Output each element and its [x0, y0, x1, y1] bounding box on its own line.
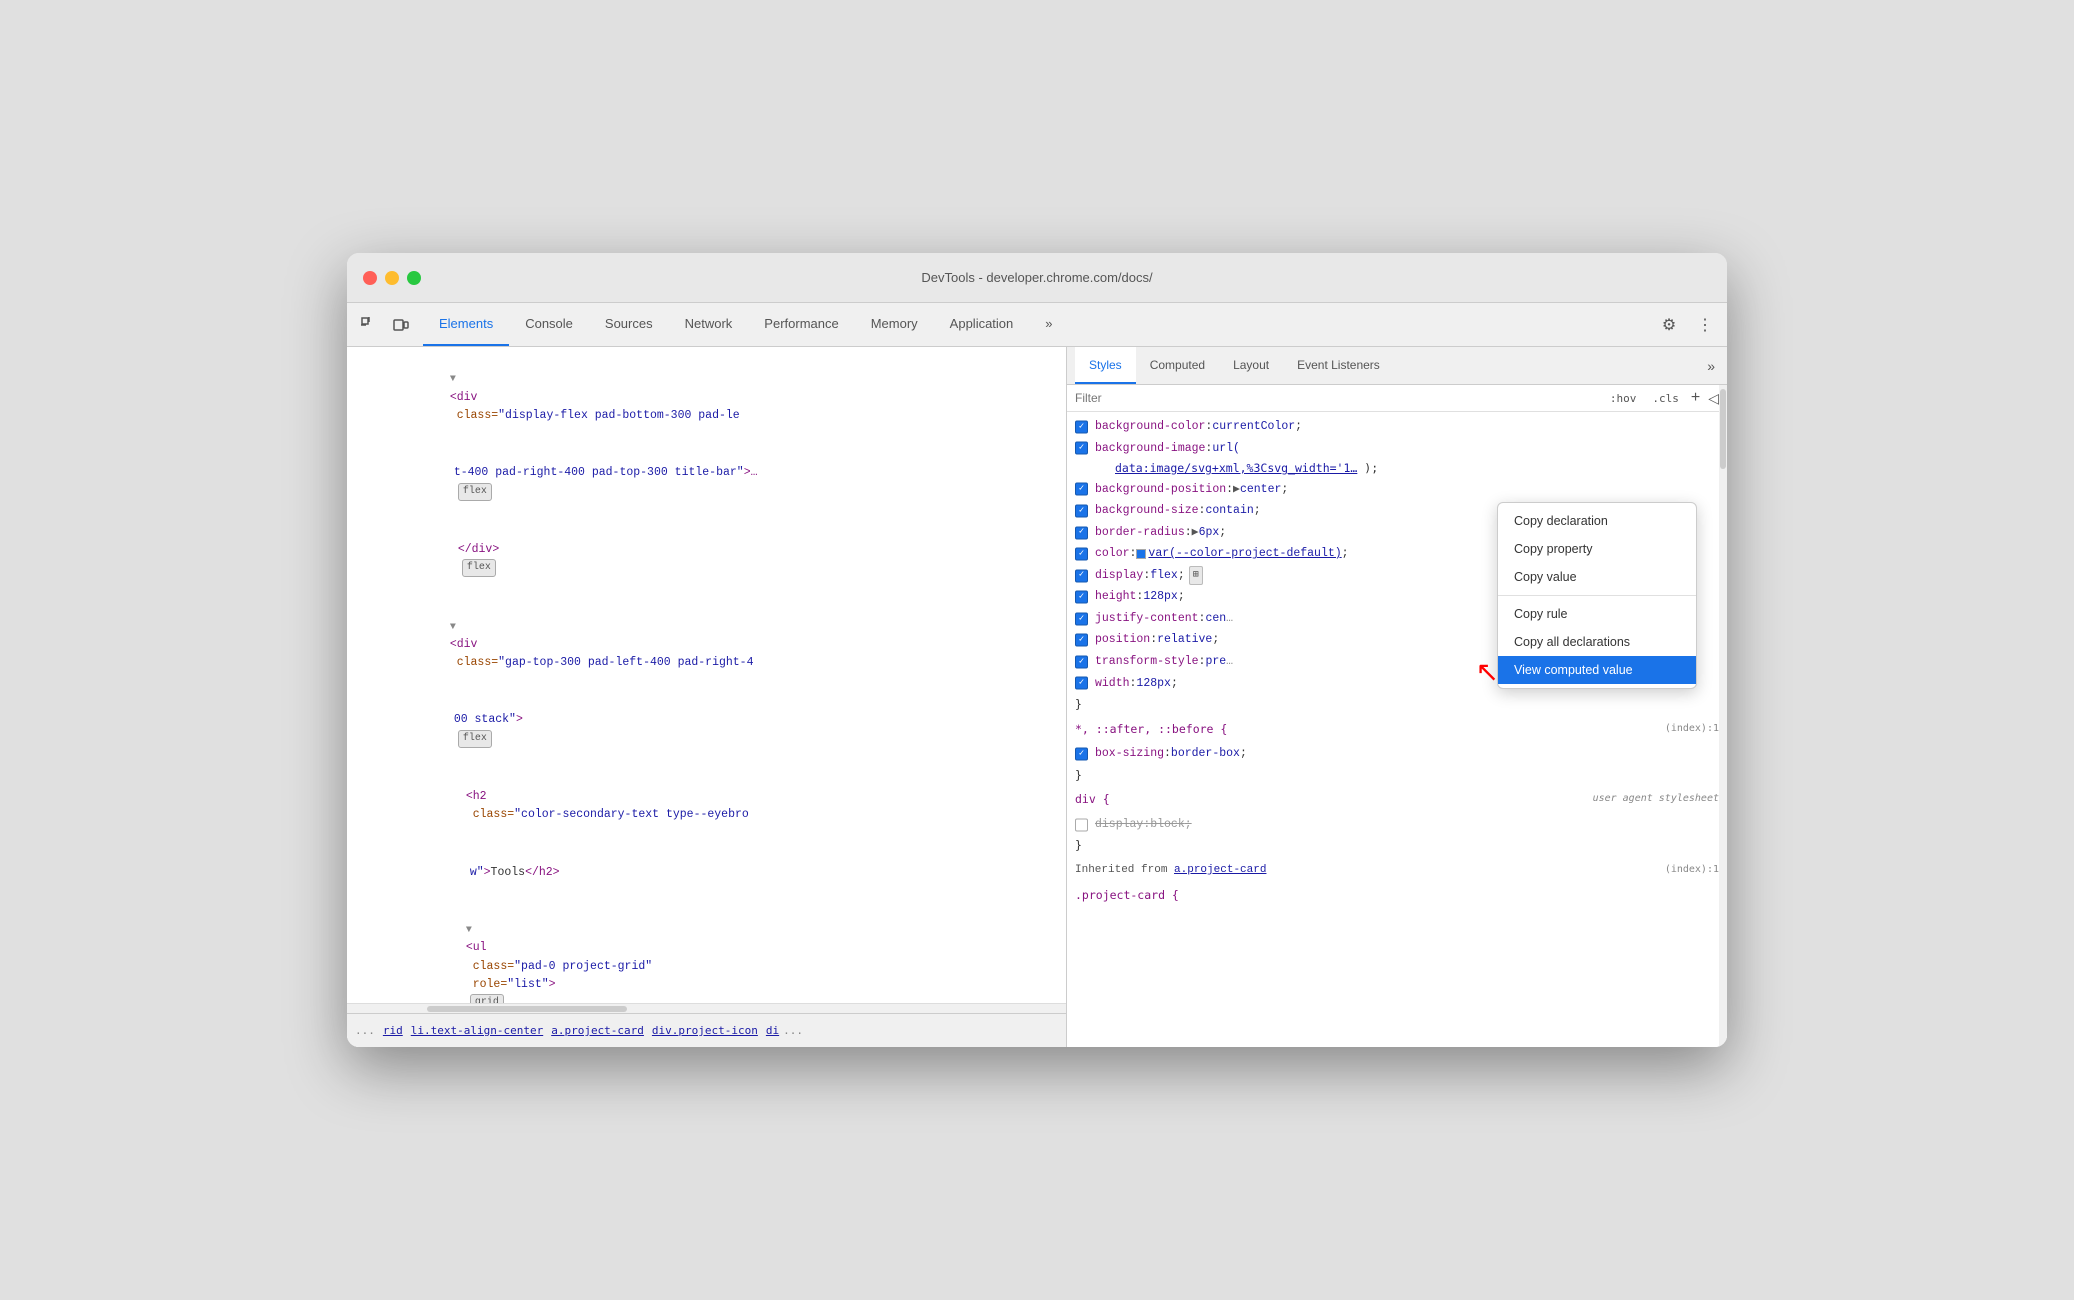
css-checkbox[interactable]	[1075, 483, 1088, 496]
scrollbar-thumb-right[interactable]	[1720, 389, 1726, 469]
tab-styles[interactable]: Styles	[1075, 347, 1136, 384]
rule-div: div { user agent stylesheet	[1067, 786, 1727, 814]
tab-more[interactable]: »	[1029, 303, 1068, 346]
filter-input[interactable]	[1075, 391, 1598, 405]
maximize-button[interactable]	[407, 271, 421, 285]
title-bar: DevTools - developer.chrome.com/docs/	[347, 253, 1727, 303]
css-checkbox[interactable]	[1075, 612, 1088, 625]
scrollbar-right[interactable]	[1719, 385, 1727, 1047]
tab-elements[interactable]: Elements	[423, 303, 509, 346]
tab-memory[interactable]: Memory	[855, 303, 934, 346]
hov-button[interactable]: :hov	[1606, 390, 1641, 407]
css-checkbox[interactable]	[1075, 504, 1088, 517]
css-bg-image-url: data:image/svg+xml,%3Csvg_width='1… );	[1067, 459, 1727, 479]
context-menu-copy-rule[interactable]: Copy rule	[1498, 600, 1696, 628]
css-checkbox[interactable]	[1075, 442, 1088, 455]
css-checkbox[interactable]	[1075, 526, 1088, 539]
close-button[interactable]	[363, 271, 377, 285]
context-menu: Copy declaration Copy property Copy valu…	[1497, 502, 1697, 689]
cls-button[interactable]: .cls	[1648, 390, 1683, 407]
tab-layout[interactable]: Layout	[1219, 347, 1283, 384]
tab-computed[interactable]: Computed	[1136, 347, 1219, 384]
inherited-from-header: Inherited from a.project-card (index):1	[1067, 857, 1727, 884]
rule-universal: *, ::after, ::before { (index):1	[1067, 716, 1727, 744]
main-content: ▼ <div class="display-flex pad-bottom-30…	[347, 347, 1727, 1047]
breadcrumb-a[interactable]: a.project-card	[551, 1024, 644, 1037]
styles-pane: Styles Computed Layout Event Listeners »	[1067, 347, 1727, 1047]
context-menu-divider	[1498, 595, 1696, 596]
css-checkbox[interactable]	[1075, 655, 1088, 668]
toolbar-right: ⚙ ⋮	[1655, 311, 1719, 339]
main-tabs: Elements Console Sources Network Perform…	[423, 303, 1655, 346]
context-menu-view-computed[interactable]: View computed value	[1498, 656, 1696, 684]
context-menu-copy-all-declarations[interactable]: Copy all declarations	[1498, 628, 1696, 656]
breadcrumb-rid[interactable]: rid	[383, 1024, 403, 1037]
style-tabs-more[interactable]: »	[1703, 354, 1719, 378]
css-checkbox[interactable]	[1075, 569, 1088, 582]
css-prop-background-image[interactable]: background-image : url(	[1067, 438, 1727, 460]
css-prop-display-strikethrough[interactable]: display : block ;	[1067, 814, 1727, 836]
css-checkbox[interactable]	[1075, 548, 1088, 561]
settings-icon[interactable]: ⚙	[1655, 311, 1683, 339]
css-prop-background-color[interactable]: background-color : currentColor ;	[1067, 416, 1727, 438]
traffic-lights	[363, 271, 421, 285]
inspect-icon[interactable]	[355, 311, 383, 339]
css-prop-box-sizing[interactable]: box-sizing : border-box ;	[1067, 743, 1727, 765]
html-line: w">Tools</h2>	[347, 844, 1066, 901]
breadcrumb-di[interactable]: di	[766, 1024, 779, 1037]
context-menu-copy-value[interactable]: Copy value	[1498, 563, 1696, 591]
closing-brace-3: }	[1067, 835, 1727, 857]
css-prop-background-position[interactable]: background-position : ▶ center ;	[1067, 479, 1727, 501]
collapse-button[interactable]: ◁	[1708, 390, 1719, 407]
tab-performance[interactable]: Performance	[748, 303, 854, 346]
scrollbar-thumb[interactable]	[427, 1006, 627, 1012]
minimize-button[interactable]	[385, 271, 399, 285]
css-checkbox-unchecked[interactable]	[1075, 818, 1088, 831]
breadcrumb-li[interactable]: li.text-align-center	[411, 1024, 543, 1037]
closing-brace-2: }	[1067, 765, 1727, 787]
add-style-button[interactable]: +	[1691, 389, 1700, 407]
html-line: ▼ <div class="display-flex pad-bottom-30…	[347, 351, 1066, 445]
css-var-link[interactable]: var(--color-project-default)	[1148, 544, 1341, 564]
html-line: t-400 pad-right-400 pad-top-300 title-ba…	[347, 445, 1066, 522]
window-title: DevTools - developer.chrome.com/docs/	[921, 270, 1152, 285]
inherited-from-link[interactable]: a.project-card	[1174, 864, 1266, 876]
breadcrumb: ... rid li.text-align-center a.project-c…	[347, 1013, 1066, 1047]
devtools-window: DevTools - developer.chrome.com/docs/	[347, 253, 1727, 1047]
context-menu-copy-declaration[interactable]: Copy declaration	[1498, 507, 1696, 535]
html-line: ▼ <div class="gap-top-300 pad-left-400 p…	[347, 598, 1066, 692]
top-toolbar: Elements Console Sources Network Perform…	[347, 303, 1727, 347]
html-line: <h2 class="color-secondary-text type--ey…	[347, 769, 1066, 845]
css-checkbox[interactable]	[1075, 591, 1088, 604]
tab-application[interactable]: Application	[934, 303, 1030, 346]
more-options-icon[interactable]: ⋮	[1691, 311, 1719, 339]
html-line: </div> flex	[347, 522, 1066, 599]
html-tree[interactable]: ▼ <div class="display-flex pad-bottom-30…	[347, 347, 1066, 1003]
filter-bar: :hov .cls + ◁	[1067, 385, 1727, 412]
toolbar-icons	[355, 311, 415, 339]
breadcrumb-div-project-icon[interactable]: div.project-icon	[652, 1024, 758, 1037]
html-pane: ▼ <div class="display-flex pad-bottom-30…	[347, 347, 1067, 1047]
flex-badge[interactable]: ⊞	[1189, 566, 1203, 585]
tab-sources[interactable]: Sources	[589, 303, 669, 346]
css-checkbox[interactable]	[1075, 420, 1088, 433]
html-line: ▼ <ul class="pad-0 project-grid" role="l…	[347, 901, 1066, 1003]
closing-brace: }	[1067, 694, 1727, 716]
tab-console[interactable]: Console	[509, 303, 589, 346]
html-line: 00 stack"> flex	[347, 692, 1066, 769]
horizontal-scrollbar[interactable]	[347, 1003, 1066, 1013]
devtools-panel: Elements Console Sources Network Perform…	[347, 303, 1727, 1047]
color-swatch[interactable]	[1136, 549, 1146, 559]
tab-network[interactable]: Network	[669, 303, 749, 346]
css-checkbox[interactable]	[1075, 747, 1088, 760]
css-checkbox[interactable]	[1075, 634, 1088, 647]
context-menu-copy-property[interactable]: Copy property	[1498, 535, 1696, 563]
tab-event-listeners[interactable]: Event Listeners	[1283, 347, 1394, 384]
style-tabs: Styles Computed Layout Event Listeners »	[1067, 347, 1727, 385]
rule-project-card: .project-card {	[1067, 884, 1727, 908]
css-checkbox[interactable]	[1075, 677, 1088, 690]
device-icon[interactable]	[387, 311, 415, 339]
